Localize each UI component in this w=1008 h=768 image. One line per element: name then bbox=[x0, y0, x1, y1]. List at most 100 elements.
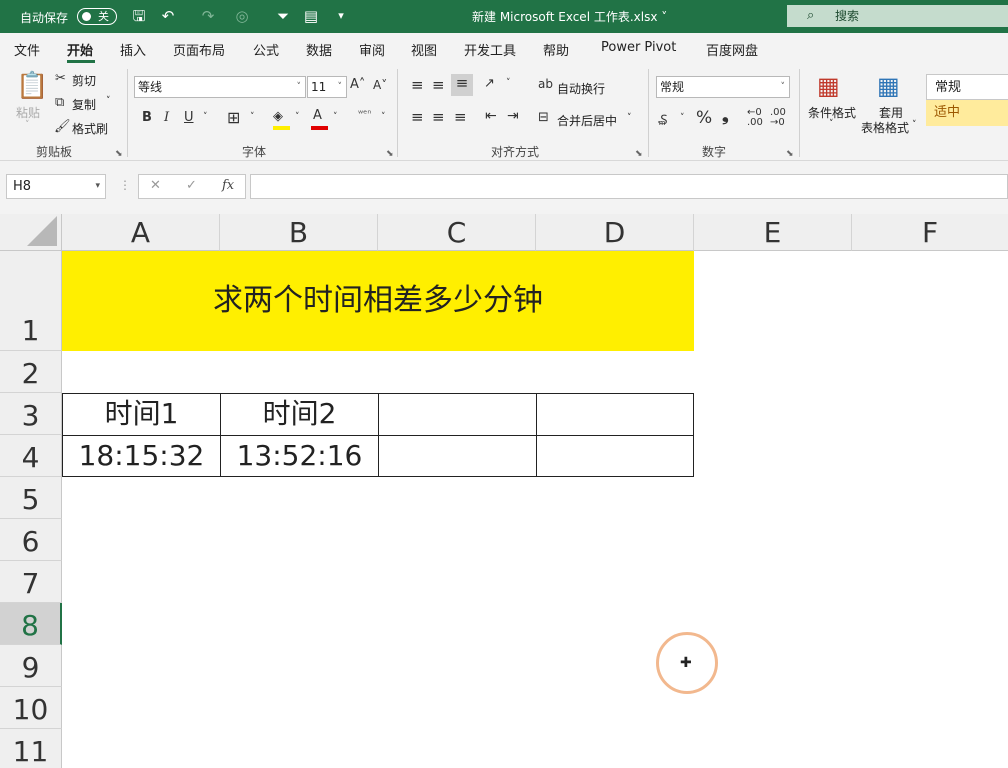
underline-button[interactable]: U bbox=[184, 110, 194, 125]
cut-button[interactable]: 剪切 bbox=[72, 72, 96, 89]
tab-formulas[interactable]: 公式 bbox=[253, 40, 279, 59]
table-format-dropdown-icon[interactable]: ˅ bbox=[912, 120, 917, 130]
search-box[interactable]: ⌕ 搜索 bbox=[787, 5, 1008, 27]
cell-c3[interactable] bbox=[378, 393, 537, 436]
tab-review[interactable]: 审阅 bbox=[359, 40, 385, 59]
tab-power-pivot[interactable]: Power Pivot bbox=[601, 40, 676, 55]
font-color-dropdown-icon[interactable]: ˅ bbox=[333, 112, 338, 122]
underline-dropdown-icon[interactable]: ˅ bbox=[203, 112, 208, 122]
cell-style-normal[interactable]: 常规 bbox=[926, 74, 1008, 100]
filter-icon[interactable]: ⏷ bbox=[273, 6, 293, 26]
row-header-6[interactable]: 6 bbox=[0, 519, 62, 561]
tab-home[interactable]: 开始 bbox=[67, 40, 93, 59]
tab-insert[interactable]: 插入 bbox=[120, 40, 146, 59]
insert-function-icon[interactable]: fx bbox=[222, 178, 234, 193]
border-icon[interactable]: ⊞ bbox=[227, 108, 240, 127]
fill-dropdown-icon[interactable]: ˅ bbox=[295, 112, 300, 122]
comma-button[interactable]: ❟ bbox=[722, 106, 729, 126]
row-header-10[interactable]: 10 bbox=[0, 687, 62, 729]
format-painter-button[interactable]: 格式刷 bbox=[72, 120, 108, 137]
orientation-icon[interactable]: ↗ bbox=[484, 76, 495, 91]
row-header-9[interactable]: 9 bbox=[0, 645, 62, 687]
customize-toolbar-icon[interactable]: ▾ bbox=[331, 6, 351, 26]
row-header-8[interactable]: 8 bbox=[0, 603, 62, 645]
column-header-a[interactable]: A bbox=[62, 214, 220, 251]
font-name-select[interactable]: 等线 ˅ bbox=[134, 76, 306, 98]
font-color-icon[interactable]: A bbox=[313, 108, 322, 123]
number-format-select[interactable]: 常规 ˅ bbox=[656, 76, 790, 98]
align-middle-icon[interactable]: ≡ bbox=[432, 76, 445, 94]
align-right-icon[interactable]: ≡ bbox=[454, 108, 467, 126]
row-header-5[interactable]: 5 bbox=[0, 477, 62, 519]
merge-dropdown-icon[interactable]: ˅ bbox=[627, 113, 632, 123]
paste-icon[interactable]: 📋 bbox=[16, 71, 48, 101]
tab-baidu-netdisk[interactable]: 百度网盘 bbox=[706, 40, 758, 59]
tab-data[interactable]: 数据 bbox=[306, 40, 332, 59]
cell-d4[interactable] bbox=[536, 435, 694, 477]
increase-font-icon[interactable]: A˄ bbox=[350, 77, 365, 92]
column-header-b[interactable]: B bbox=[220, 214, 378, 251]
cell-c4[interactable] bbox=[378, 435, 537, 477]
font-launcher-icon[interactable]: ⬊ bbox=[386, 149, 394, 159]
increase-decimal-icon[interactable]: ←0.00 bbox=[747, 108, 763, 128]
cell-b3[interactable]: 时间2 bbox=[220, 393, 379, 436]
redo-icon[interactable]: ↷ bbox=[198, 6, 218, 26]
bold-button[interactable]: B bbox=[142, 110, 152, 125]
tab-page-layout[interactable]: 页面布局 bbox=[173, 40, 225, 59]
copy-dropdown-icon[interactable]: ˅ bbox=[106, 96, 111, 106]
phonetic-dropdown-icon[interactable]: ˅ bbox=[381, 112, 386, 122]
name-box[interactable]: H8 ▾ bbox=[6, 174, 106, 199]
align-top-icon[interactable]: ≡ bbox=[411, 76, 424, 94]
row-header-4[interactable]: 4 bbox=[0, 435, 62, 477]
increase-indent-icon[interactable]: ⇥ bbox=[507, 108, 519, 124]
font-size-select[interactable]: 11 ˅ bbox=[307, 76, 347, 98]
percent-button[interactable]: % bbox=[696, 108, 712, 128]
formula-input[interactable] bbox=[250, 174, 1008, 199]
tab-file[interactable]: 文件 bbox=[14, 40, 40, 59]
autosave-toggle[interactable]: 关 bbox=[77, 8, 117, 25]
tab-help[interactable]: 帮助 bbox=[543, 40, 569, 59]
number-launcher-icon[interactable]: ⬊ bbox=[786, 149, 794, 159]
alignment-launcher-icon[interactable]: ⬊ bbox=[635, 149, 643, 159]
merge-center-button[interactable]: 合并后居中 bbox=[557, 112, 617, 129]
align-bottom-icon[interactable]: ≡ bbox=[451, 74, 473, 96]
column-header-f[interactable]: F bbox=[852, 214, 1008, 251]
shapes-icon[interactable]: ◎ bbox=[232, 6, 252, 26]
accounting-dropdown-icon[interactable]: ˅ bbox=[680, 113, 685, 123]
accounting-format-icon[interactable]: ₷ bbox=[658, 110, 667, 128]
enter-icon[interactable]: ✓ bbox=[186, 178, 197, 193]
column-header-e[interactable]: E bbox=[694, 214, 852, 251]
tab-developer[interactable]: 开发工具 bbox=[464, 40, 516, 59]
row-header-1[interactable]: 1 bbox=[0, 251, 62, 351]
save-icon[interactable]: 🖫 bbox=[129, 6, 149, 26]
undo-icon[interactable]: ↶ bbox=[158, 6, 178, 26]
row-header-3[interactable]: 3 bbox=[0, 393, 62, 435]
column-header-c[interactable]: C bbox=[378, 214, 536, 251]
cell-b4[interactable]: 13:52:16 bbox=[220, 435, 379, 477]
file-title[interactable]: 新建 Microsoft Excel 工作表.xlsx ˅ bbox=[472, 8, 667, 25]
clipboard-launcher-icon[interactable]: ⬊ bbox=[115, 149, 123, 159]
fill-color-icon[interactable]: ◈ bbox=[273, 109, 283, 124]
orientation-dropdown-icon[interactable]: ˅ bbox=[506, 78, 511, 88]
wrap-text-button[interactable]: 自动换行 bbox=[557, 80, 605, 97]
cancel-icon[interactable]: ✕ bbox=[150, 178, 161, 193]
form-icon[interactable]: ▤ bbox=[301, 6, 321, 26]
phonetic-icon[interactable]: ʷᵉⁿ bbox=[358, 109, 371, 120]
row-header-7[interactable]: 7 bbox=[0, 561, 62, 603]
column-header-d[interactable]: D bbox=[536, 214, 694, 251]
paste-button[interactable]: 粘贴 bbox=[16, 104, 40, 121]
decrease-decimal-icon[interactable]: .00 →0 bbox=[770, 108, 786, 128]
italic-button[interactable]: I bbox=[164, 110, 169, 125]
decrease-indent-icon[interactable]: ⇤ bbox=[485, 108, 497, 124]
cell-style-neutral[interactable]: 适中 bbox=[926, 100, 1008, 126]
row-header-11[interactable]: 11 bbox=[0, 729, 62, 768]
cell-d3[interactable] bbox=[536, 393, 694, 436]
align-center-icon[interactable]: ≡ bbox=[432, 108, 445, 126]
row-header-2[interactable]: 2 bbox=[0, 351, 62, 393]
conditional-dropdown-icon[interactable]: ˅ bbox=[829, 119, 834, 129]
cell-a4[interactable]: 18:15:32 bbox=[62, 435, 221, 477]
align-left-icon[interactable]: ≡ bbox=[411, 108, 424, 126]
border-dropdown-icon[interactable]: ˅ bbox=[250, 112, 255, 122]
format-as-table-label-2[interactable]: 表格格式 bbox=[861, 119, 909, 136]
tab-view[interactable]: 视图 bbox=[411, 40, 437, 59]
